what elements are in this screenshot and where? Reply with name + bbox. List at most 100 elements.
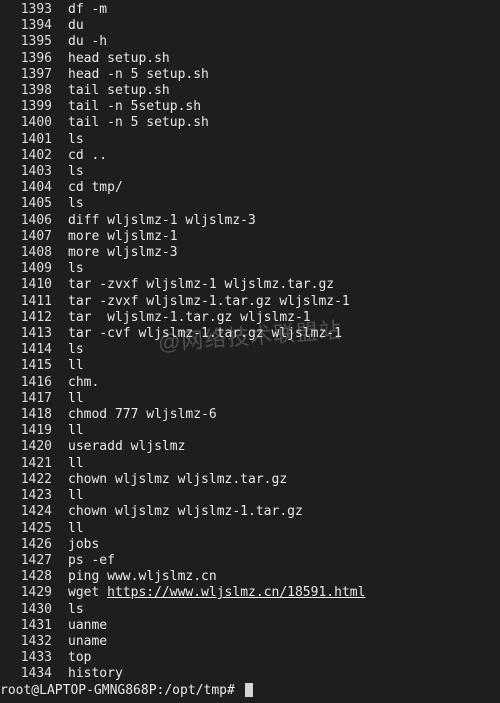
line-number: 1415 (0, 358, 54, 374)
line-number: 1426 (0, 537, 54, 553)
command-text: du -h (54, 34, 107, 50)
line-number: 1411 (0, 294, 54, 310)
line-number: 1412 (0, 310, 54, 326)
command-text: ps -ef (54, 553, 115, 569)
command-text: chown wljslmz wljslmz.tar.gz (54, 472, 287, 488)
history-line: 1407more wljslmz-1 (0, 229, 500, 245)
command-text: tar -cvf wljslmz-1.tar.gz wljslmz-1 (54, 326, 342, 342)
command-text: ls (54, 602, 84, 618)
line-number: 1413 (0, 326, 54, 342)
command-text: ls (54, 164, 84, 180)
command-text: tail setup.sh (54, 83, 170, 99)
history-line: 1399tail -n 5setup.sh (0, 99, 500, 115)
history-line: 1409ls (0, 261, 500, 277)
command-text: cd .. (54, 148, 107, 164)
command-text: tail -n 5 setup.sh (54, 115, 209, 131)
command-text: more wljslmz-1 (54, 229, 178, 245)
history-line: 1430ls (0, 602, 500, 618)
command-text: uanme (54, 618, 107, 634)
history-line: 1421ll (0, 456, 500, 472)
line-number: 1428 (0, 569, 54, 585)
history-line: 1401ls (0, 132, 500, 148)
command-text: ll (54, 488, 84, 504)
history-line: 1411tar -zvxf wljslmz-1.tar.gz wljslmz-1 (0, 294, 500, 310)
history-line: 1410tar -zvxf wljslmz-1 wljslmz.tar.gz (0, 277, 500, 293)
prompt-line[interactable]: root@LAPTOP-GMNG868P:/opt/tmp# (0, 683, 500, 699)
line-number: 1419 (0, 423, 54, 439)
history-line: 1413tar -cvf wljslmz-1.tar.gz wljslmz-1 (0, 326, 500, 342)
history-line: 1412tar wljslmz-1.tar.gz wljslmz-1 (0, 310, 500, 326)
history-line: 1397head -n 5 setup.sh (0, 67, 500, 83)
history-line: 1400tail -n 5 setup.sh (0, 115, 500, 131)
history-line: 1404cd tmp/ (0, 180, 500, 196)
history-line: 1408more wljslmz-3 (0, 245, 500, 261)
history-line: 1422chown wljslmz wljslmz.tar.gz (0, 472, 500, 488)
command-text: ll (54, 456, 84, 472)
command-text: more wljslmz-3 (54, 245, 178, 261)
line-number: 1420 (0, 439, 54, 455)
history-line: 1420useradd wljslmz (0, 439, 500, 455)
command-text: cd tmp/ (54, 180, 123, 196)
history-line: 1396head setup.sh (0, 51, 500, 67)
line-number: 1421 (0, 456, 54, 472)
command-text: ll (54, 358, 84, 374)
terminal-output[interactable]: 1393df -m1394du1395du -h1396head setup.s… (0, 0, 500, 699)
line-number: 1396 (0, 51, 54, 67)
line-number: 1408 (0, 245, 54, 261)
command-text: ping www.wljslmz.cn (54, 569, 217, 585)
command-text: ll (54, 423, 84, 439)
history-line: 1418chmod 777 wljslmz-6 (0, 407, 500, 423)
line-number: 1395 (0, 34, 54, 50)
command-text: ls (54, 196, 84, 212)
line-number: 1404 (0, 180, 54, 196)
history-line: 1433top (0, 650, 500, 666)
line-number: 1429 (0, 585, 54, 601)
line-number: 1434 (0, 666, 54, 682)
history-line: 1427ps -ef (0, 553, 500, 569)
line-number: 1402 (0, 148, 54, 164)
line-number: 1403 (0, 164, 54, 180)
history-line: 1414ls (0, 342, 500, 358)
line-number: 1394 (0, 18, 54, 34)
history-line: 1406diff wljslmz-1 wljslmz-3 (0, 213, 500, 229)
command-prefix: wget (68, 585, 107, 600)
command-text: tar wljslmz-1.tar.gz wljslmz-1 (54, 310, 311, 326)
line-number: 1425 (0, 521, 54, 537)
command-text: chmod 777 wljslmz-6 (54, 407, 217, 423)
url-link[interactable]: https://www.wljslmz.cn/18591.html (107, 585, 365, 600)
command-text: head -n 5 setup.sh (54, 67, 209, 83)
line-number: 1407 (0, 229, 54, 245)
line-number: 1416 (0, 375, 54, 391)
line-number: 1423 (0, 488, 54, 504)
line-number: 1397 (0, 67, 54, 83)
line-number: 1417 (0, 391, 54, 407)
line-number: 1399 (0, 99, 54, 115)
command-text: du (54, 18, 84, 34)
line-number: 1418 (0, 407, 54, 423)
command-text: wget https://www.wljslmz.cn/18591.html (54, 585, 365, 601)
history-line: 1416chm. (0, 375, 500, 391)
command-text: df -m (54, 2, 107, 18)
line-number: 1405 (0, 196, 54, 212)
command-text: tar -zvxf wljslmz-1.tar.gz wljslmz-1 (54, 294, 350, 310)
history-line: 1426jobs (0, 537, 500, 553)
history-line: 1402cd .. (0, 148, 500, 164)
history-line: 1432uname (0, 634, 500, 650)
line-number: 1422 (0, 472, 54, 488)
line-number: 1427 (0, 553, 54, 569)
history-line: 1398tail setup.sh (0, 83, 500, 99)
history-line: 1434history (0, 666, 500, 682)
line-number: 1431 (0, 618, 54, 634)
history-line: 1425ll (0, 521, 500, 537)
line-number: 1409 (0, 261, 54, 277)
command-text: ls (54, 132, 84, 148)
line-number: 1401 (0, 132, 54, 148)
history-line: 1423ll (0, 488, 500, 504)
line-number: 1400 (0, 115, 54, 131)
command-text: top (54, 650, 91, 666)
command-text: ls (54, 261, 84, 277)
history-line: 1415ll (0, 358, 500, 374)
command-text: ll (54, 521, 84, 537)
line-number: 1414 (0, 342, 54, 358)
command-text: tail -n 5setup.sh (54, 99, 201, 115)
